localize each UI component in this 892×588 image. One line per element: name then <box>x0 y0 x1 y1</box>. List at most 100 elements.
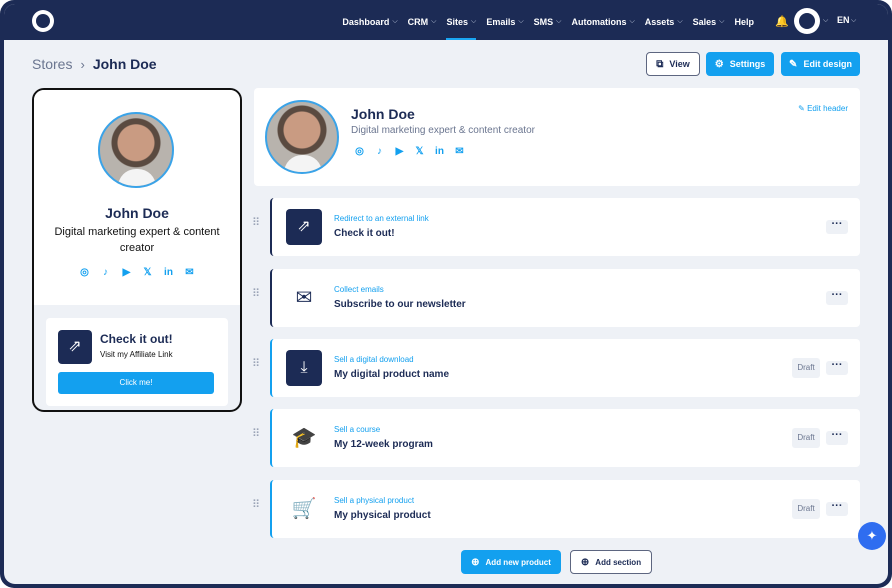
nav-sms[interactable]: SMS ⌵ <box>534 4 562 40</box>
block-title: Check it out! <box>334 228 395 239</box>
more-options-button[interactable]: ··· <box>826 290 848 305</box>
nav-label: Assets <box>644 17 675 27</box>
language-selector[interactable]: EN <box>837 15 850 25</box>
breadcrumb: Stores › John Doe <box>32 56 157 72</box>
add-new-product-button[interactable]: ⊕ Add new product <box>461 550 561 574</box>
nav-label: Automations <box>571 17 627 27</box>
block-row-course[interactable]: 🎓 Sell a course My 12-week program Draft… <box>270 409 860 467</box>
nav-sites[interactable]: Sites ⌵ <box>446 4 476 40</box>
x-icon[interactable]: 𝕏 <box>413 145 426 158</box>
x-icon[interactable]: 𝕏 <box>141 266 154 279</box>
edit-header-link[interactable]: ✎ Edit header <box>798 104 848 113</box>
instagram-icon[interactable]: ◎ <box>78 266 91 279</box>
drag-handle-icon[interactable]: ⠿ <box>252 289 262 305</box>
block-row-collect-emails[interactable]: ✉ Collect emails Subscribe to our newsle… <box>270 269 860 327</box>
preview-bio: Digital marketing expert & content creat… <box>54 226 220 254</box>
email-icon[interactable]: ✉ <box>453 145 466 158</box>
instagram-icon[interactable]: ◎ <box>353 145 366 158</box>
tiktok-icon[interactable]: ♪ <box>99 266 112 279</box>
block-row-external-link[interactable]: ⇗ Redirect to an external link Check it … <box>270 198 860 256</box>
chevron-down-icon: ⌵ <box>677 18 683 25</box>
block-title: My digital product name <box>334 369 450 380</box>
nav-help[interactable]: Help <box>734 4 754 40</box>
nav-label: SMS <box>533 17 554 27</box>
sparkle-icon: ✦ <box>866 528 878 543</box>
profile-photo <box>98 112 174 188</box>
chevron-right-icon: › <box>80 56 85 72</box>
external-link-icon: ⧉ <box>656 58 664 70</box>
header-social-links: ◎ ♪ ▶ 𝕏 in ✉ <box>353 145 473 158</box>
nav-sales[interactable]: Sales ⌵ <box>693 4 725 40</box>
plus-circle-icon: ⊕ <box>580 556 590 568</box>
external-link-icon: ⇗ <box>58 330 92 364</box>
bell-icon[interactable]: 🔔 <box>775 15 789 28</box>
preview-link-card[interactable]: ⇗ Check it out! Visit my Affiliate Link … <box>46 318 228 406</box>
drag-handle-icon[interactable]: ⠿ <box>252 359 262 375</box>
edit-header-label: Edit header <box>807 104 848 113</box>
header-card: John Doe Digital marketing expert & cont… <box>254 88 860 186</box>
paint-icon: ✎ <box>789 58 798 70</box>
view-button-label: View <box>669 59 690 69</box>
more-options-button[interactable]: ··· <box>826 219 848 234</box>
nav-dashboard[interactable]: Dashboard ⌵ <box>342 4 397 40</box>
more-options-button[interactable]: ··· <box>826 430 848 445</box>
nav-crm[interactable]: CRM ⌵ <box>408 4 437 40</box>
chevron-down-icon: ⌵ <box>629 18 635 25</box>
graduation-cap-icon: 🎓 <box>291 427 317 449</box>
drag-handle-icon[interactable]: ⠿ <box>252 218 262 234</box>
cart-icon: 🛒 <box>291 498 317 520</box>
preview-card-button[interactable]: Click me! <box>58 372 214 394</box>
youtube-icon[interactable]: ▶ <box>120 266 133 279</box>
pencil-icon: ✎ <box>798 104 808 113</box>
block-type: Sell a digital download <box>334 355 414 364</box>
linkedin-icon[interactable]: in <box>433 145 446 158</box>
logo-icon[interactable] <box>32 10 54 32</box>
drag-handle-icon[interactable]: ⠿ <box>252 500 262 516</box>
app-window: Dashboard ⌵ CRM ⌵ Sites ⌵ Emails ⌵ SMS ⌵ Auto… <box>4 4 888 584</box>
settings-button[interactable]: ⚙ Settings <box>706 52 774 76</box>
nav-emails[interactable]: Emails ⌵ <box>486 4 523 40</box>
app-frame: Dashboard ⌵ CRM ⌵ Sites ⌵ Emails ⌵ SMS ⌵ Auto… <box>0 0 892 588</box>
linkedin-icon[interactable]: in <box>162 266 175 279</box>
breadcrumb-root[interactable]: Stores <box>32 56 72 72</box>
chevron-down-icon: ⌵ <box>556 18 562 25</box>
block-title: My 12-week program <box>334 439 433 450</box>
draft-badge: Draft <box>792 428 820 448</box>
preview-profile: John Doe Digital marketing expert & cont… <box>34 90 240 305</box>
youtube-icon[interactable]: ▶ <box>393 145 406 158</box>
chevron-down-icon: ⌵ <box>518 18 524 25</box>
draft-badge: Draft <box>792 358 820 378</box>
chevron-down-icon[interactable]: ⌵ <box>851 17 856 25</box>
tiktok-icon[interactable]: ♪ <box>373 145 386 158</box>
chevron-down-icon[interactable]: ⌵ <box>823 17 828 25</box>
nav-label: Sales <box>692 17 717 27</box>
chevron-down-icon: ⌵ <box>471 18 477 25</box>
email-icon[interactable]: ✉ <box>183 266 196 279</box>
more-options-button[interactable]: ··· <box>826 360 848 375</box>
draft-badge: Draft <box>792 499 820 519</box>
user-avatar[interactable] <box>794 8 820 34</box>
block-type: Redirect to an external link <box>334 214 429 223</box>
view-button[interactable]: ⧉ View <box>646 52 700 76</box>
ai-assistant-button[interactable]: ✦ <box>858 522 886 550</box>
gear-icon: ⚙ <box>714 58 724 70</box>
preview-card-title: Check it out! <box>100 332 173 346</box>
edit-design-button[interactable]: ✎ Edit design <box>781 52 860 76</box>
profile-photo <box>265 100 339 174</box>
chevron-down-icon: ⌵ <box>719 18 725 25</box>
top-nav: Dashboard ⌵ CRM ⌵ Sites ⌵ Emails ⌵ SMS ⌵ Auto… <box>4 4 888 40</box>
nav-automations[interactable]: Automations ⌵ <box>571 4 634 40</box>
block-row-physical-product[interactable]: 🛒 Sell a physical product My physical pr… <box>270 480 860 538</box>
more-options-button[interactable]: ··· <box>826 501 848 516</box>
nav-label: Emails <box>486 17 516 27</box>
download-icon: ⤓ <box>286 350 322 386</box>
preview-card-subtitle: Visit my Affiliate Link <box>100 350 173 359</box>
block-row-digital-download[interactable]: ⤓ Sell a digital download My digital pro… <box>270 339 860 397</box>
nav-label: Sites <box>446 17 468 27</box>
drag-handle-icon[interactable]: ⠿ <box>252 429 262 445</box>
add-section-button[interactable]: ⊕ Add section <box>570 550 652 574</box>
external-link-icon: ⇗ <box>286 209 322 245</box>
edit-design-button-label: Edit design <box>803 59 852 69</box>
settings-button-label: Settings <box>729 59 766 69</box>
nav-assets[interactable]: Assets ⌵ <box>645 4 683 40</box>
